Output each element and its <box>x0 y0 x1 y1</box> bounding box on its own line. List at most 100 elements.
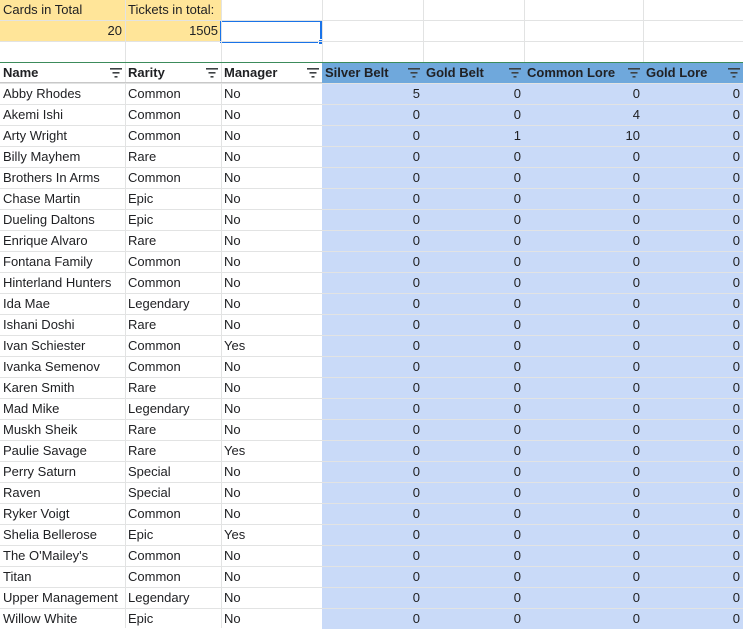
cell-gold-belt[interactable]: 0 <box>423 231 524 251</box>
cell-silver-belt[interactable]: 0 <box>322 336 423 356</box>
cell-gold-lore[interactable]: 0 <box>643 84 743 104</box>
header-name[interactable]: Name <box>0 63 125 83</box>
cell-common-lore[interactable]: 0 <box>524 399 643 419</box>
cell-name[interactable]: Mad Mike <box>0 399 125 419</box>
cell-silver-belt[interactable]: 0 <box>322 357 423 377</box>
cell-silver-belt[interactable]: 0 <box>322 126 423 146</box>
cell-manager[interactable]: No <box>221 231 322 251</box>
cell-manager[interactable]: No <box>221 546 322 566</box>
cards-total-value[interactable]: 20 <box>0 21 125 42</box>
cell-manager[interactable]: No <box>221 399 322 419</box>
cell-gold-lore[interactable]: 0 <box>643 252 743 272</box>
cell-silver-belt[interactable]: 0 <box>322 105 423 125</box>
header-gold-lore[interactable]: Gold Lore <box>643 63 743 83</box>
header-gold-belt[interactable]: Gold Belt <box>423 63 524 83</box>
cell-common-lore[interactable]: 0 <box>524 336 643 356</box>
cell-rarity[interactable]: Rare <box>125 420 221 440</box>
cards-total-label[interactable]: Cards in Total <box>0 0 125 21</box>
cell-rarity[interactable]: Epic <box>125 189 221 209</box>
cell-rarity[interactable]: Epic <box>125 210 221 230</box>
cell-name[interactable]: Perry Saturn <box>0 462 125 482</box>
cell-gold-belt[interactable]: 0 <box>423 84 524 104</box>
cell-gold-belt[interactable]: 0 <box>423 504 524 524</box>
filter-icon[interactable] <box>408 68 420 78</box>
cell-rarity[interactable]: Common <box>125 336 221 356</box>
cell-common-lore[interactable]: 0 <box>524 609 643 629</box>
cell-silver-belt[interactable]: 0 <box>322 441 423 461</box>
cell-gold-lore[interactable]: 0 <box>643 336 743 356</box>
cell-common-lore[interactable]: 0 <box>524 378 643 398</box>
cell-common-lore[interactable]: 0 <box>524 252 643 272</box>
cell-silver-belt[interactable]: 0 <box>322 483 423 503</box>
cell-common-lore[interactable]: 0 <box>524 546 643 566</box>
cell-gold-belt[interactable]: 0 <box>423 441 524 461</box>
cell-rarity[interactable]: Common <box>125 126 221 146</box>
cell-silver-belt[interactable]: 5 <box>322 84 423 104</box>
cell-gold-belt[interactable]: 0 <box>423 210 524 230</box>
cell-name[interactable]: Fontana Family <box>0 252 125 272</box>
cell-name[interactable]: Billy Mayhem <box>0 147 125 167</box>
cell-rarity[interactable]: Legendary <box>125 399 221 419</box>
cell-manager[interactable]: Yes <box>221 441 322 461</box>
cell-rarity[interactable]: Legendary <box>125 294 221 314</box>
cell-manager[interactable]: No <box>221 126 322 146</box>
cell-common-lore[interactable]: 0 <box>524 567 643 587</box>
cell-common-lore[interactable]: 0 <box>524 315 643 335</box>
cell-gold-lore[interactable]: 0 <box>643 189 743 209</box>
cell-silver-belt[interactable]: 0 <box>322 504 423 524</box>
cell-silver-belt[interactable]: 0 <box>322 252 423 272</box>
cell-silver-belt[interactable]: 0 <box>322 315 423 335</box>
cell-manager[interactable]: Yes <box>221 525 322 545</box>
cell-name[interactable]: Karen Smith <box>0 378 125 398</box>
cell-gold-lore[interactable]: 0 <box>643 420 743 440</box>
cell-silver-belt[interactable]: 0 <box>322 588 423 608</box>
cell-rarity[interactable]: Common <box>125 273 221 293</box>
cell-silver-belt[interactable]: 0 <box>322 231 423 251</box>
cell-manager[interactable]: No <box>221 483 322 503</box>
cell-common-lore[interactable]: 0 <box>524 357 643 377</box>
cell-name[interactable]: The O'Mailey's <box>0 546 125 566</box>
cell-common-lore[interactable]: 0 <box>524 588 643 608</box>
cell-manager[interactable]: No <box>221 147 322 167</box>
cell-gold-lore[interactable]: 0 <box>643 588 743 608</box>
cell-silver-belt[interactable]: 0 <box>322 147 423 167</box>
cell-rarity[interactable]: Common <box>125 252 221 272</box>
cell-common-lore[interactable]: 0 <box>524 84 643 104</box>
cell-manager[interactable]: No <box>221 357 322 377</box>
cell-silver-belt[interactable]: 0 <box>322 294 423 314</box>
cell-common-lore[interactable]: 0 <box>524 168 643 188</box>
cell-common-lore[interactable]: 0 <box>524 525 643 545</box>
cell-common-lore[interactable]: 0 <box>524 441 643 461</box>
cell-gold-belt[interactable]: 0 <box>423 357 524 377</box>
cell-gold-lore[interactable]: 0 <box>643 546 743 566</box>
cell-name[interactable]: Hinterland Hunters <box>0 273 125 293</box>
selected-cell[interactable] <box>220 20 322 43</box>
cell-name[interactable]: Shelia Bellerose <box>0 525 125 545</box>
cell-manager[interactable]: No <box>221 294 322 314</box>
filter-icon[interactable] <box>728 68 740 78</box>
cell-manager[interactable]: No <box>221 567 322 587</box>
cell-gold-lore[interactable]: 0 <box>643 105 743 125</box>
cell-manager[interactable]: No <box>221 189 322 209</box>
cell-gold-belt[interactable]: 0 <box>423 462 524 482</box>
filter-icon[interactable] <box>206 68 218 78</box>
cell-name[interactable]: Enrique Alvaro <box>0 231 125 251</box>
cell-manager[interactable]: No <box>221 105 322 125</box>
cell-rarity[interactable]: Legendary <box>125 588 221 608</box>
cell-silver-belt[interactable]: 0 <box>322 462 423 482</box>
filter-icon[interactable] <box>509 68 521 78</box>
cell-gold-belt[interactable]: 0 <box>423 525 524 545</box>
cell-gold-lore[interactable]: 0 <box>643 462 743 482</box>
cell-silver-belt[interactable]: 0 <box>322 609 423 629</box>
cell-common-lore[interactable]: 0 <box>524 231 643 251</box>
cell-manager[interactable]: No <box>221 210 322 230</box>
cell-gold-lore[interactable]: 0 <box>643 231 743 251</box>
cell-name[interactable]: Ivan Schiester <box>0 336 125 356</box>
cell-silver-belt[interactable]: 0 <box>322 378 423 398</box>
tickets-total-label[interactable]: Tickets in total: <box>125 0 221 21</box>
cell-gold-belt[interactable]: 0 <box>423 147 524 167</box>
cell-name[interactable]: Upper Management <box>0 588 125 608</box>
header-common-lore[interactable]: Common Lore <box>524 63 643 83</box>
cell-rarity[interactable]: Rare <box>125 147 221 167</box>
cell-gold-belt[interactable]: 0 <box>423 168 524 188</box>
